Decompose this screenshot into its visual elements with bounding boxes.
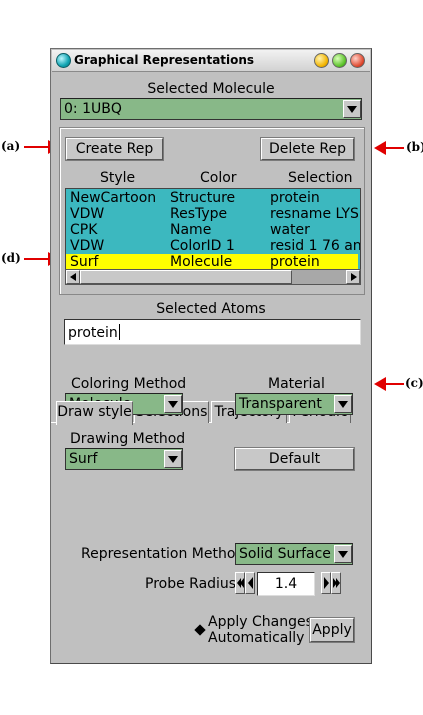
horizontal-scrollbar[interactable] — [65, 269, 361, 285]
coloring-method-label: Coloring Method — [71, 376, 187, 392]
scroll-left-icon[interactable] — [66, 270, 80, 284]
default-button[interactable]: Default — [234, 447, 355, 471]
apply-changes-label-line1: Apply Changes — [208, 614, 313, 630]
selected-atoms-value: protein — [68, 324, 120, 341]
drawing-method-dropdown[interactable]: Surf — [65, 448, 183, 470]
rep-selection: resname LYS — [270, 206, 359, 222]
chevron-down-icon[interactable] — [343, 100, 361, 118]
probe-radius-input[interactable]: 1.4 — [257, 572, 315, 596]
representation-method-value: Solid Surface — [239, 546, 331, 562]
apply-button[interactable]: Apply — [309, 617, 355, 643]
representation-method-dropdown[interactable]: Solid Surface — [235, 543, 353, 565]
drawing-method-value: Surf — [69, 451, 98, 467]
drawing-method-label: Drawing Method — [70, 431, 186, 447]
increment-icon[interactable] — [321, 572, 331, 594]
probe-radius-stepper[interactable]: 1.4 — [235, 572, 355, 596]
text-caret — [118, 324, 120, 340]
tab-draw-style[interactable]: Draw style — [56, 401, 133, 425]
graphical-representations-window: Graphical Representations Selected Molec… — [50, 48, 372, 664]
scroll-right-icon[interactable] — [346, 270, 360, 284]
representations-list[interactable]: NewCartoon Structure protein VDW ResType… — [65, 188, 361, 270]
rep-selection: resid 1 76 and — [270, 238, 361, 254]
scrollbar-thumb[interactable] — [80, 270, 292, 284]
column-header-color: Color — [200, 170, 237, 186]
rep-row[interactable]: VDW ResType resname LYS — [66, 206, 359, 222]
rep-style: CPK — [70, 222, 98, 238]
material-value: Transparent — [239, 396, 322, 412]
rep-color: ResType — [170, 206, 228, 222]
arrow-c-line — [382, 383, 404, 385]
selected-atoms-input[interactable]: protein — [64, 319, 361, 345]
rep-style: Surf — [70, 254, 99, 270]
rep-style: NewCartoon — [70, 190, 157, 206]
chevron-down-icon[interactable] — [334, 545, 352, 563]
rep-color: Name — [170, 222, 212, 238]
decrement-fast-icon[interactable] — [235, 572, 245, 594]
column-header-style: Style — [100, 170, 136, 186]
apply-changes-label-line2: Automatically — [208, 630, 305, 646]
arrow-b-line — [382, 147, 404, 149]
selected-atoms-text: protein — [68, 325, 118, 341]
window-title: Graphical Representations — [74, 53, 255, 67]
selected-molecule-dropdown[interactable]: 0: 1UBQ — [60, 98, 362, 120]
apply-changes-radio[interactable] — [194, 624, 206, 636]
selected-molecule-value: 0: 1UBQ — [64, 101, 122, 117]
rep-selection: water — [270, 222, 310, 238]
rep-row[interactable]: VDW ColorID 1 resid 1 76 and — [66, 238, 361, 254]
title-bar[interactable]: Graphical Representations — [52, 50, 370, 72]
rep-color: ColorID 1 — [170, 238, 235, 254]
annotation-a: (a) — [1, 139, 21, 153]
annotation-c: (c) — [405, 376, 423, 390]
app-icon — [56, 53, 71, 68]
increment-fast-icon[interactable] — [331, 572, 341, 594]
create-rep-button[interactable]: Create Rep — [65, 137, 164, 161]
rep-color: Molecule — [170, 254, 233, 270]
column-header-selection: Selection — [288, 170, 353, 186]
chevron-down-icon[interactable] — [334, 395, 352, 413]
selected-atoms-label: Selected Atoms — [156, 301, 266, 317]
chevron-down-icon[interactable] — [164, 450, 182, 468]
rep-style: VDW — [70, 206, 105, 222]
material-dropdown[interactable]: Transparent — [235, 393, 353, 415]
selected-molecule-label: Selected Molecule — [147, 81, 275, 97]
rep-selection: protein — [270, 190, 320, 206]
rep-color: Structure — [170, 190, 236, 206]
rep-row[interactable]: NewCartoon Structure protein — [66, 190, 358, 206]
rep-selection: protein — [270, 254, 320, 270]
representation-method-label: Representation Method — [81, 546, 245, 562]
decrement-icon[interactable] — [245, 572, 255, 594]
delete-rep-button[interactable]: Delete Rep — [260, 137, 355, 161]
rep-row-selected[interactable]: Surf Molecule protein — [66, 254, 358, 270]
maximize-button[interactable] — [332, 53, 347, 68]
annotation-b: (b) — [406, 140, 423, 154]
close-button[interactable] — [350, 53, 365, 68]
probe-radius-label: Probe Radius — [145, 576, 237, 592]
rep-row[interactable]: CPK Name water — [66, 222, 358, 238]
minimize-button[interactable] — [314, 53, 329, 68]
rep-style: VDW — [70, 238, 105, 254]
annotation-d: (d) — [1, 251, 21, 265]
material-label: Material — [268, 376, 325, 392]
chevron-down-icon[interactable] — [164, 395, 182, 413]
